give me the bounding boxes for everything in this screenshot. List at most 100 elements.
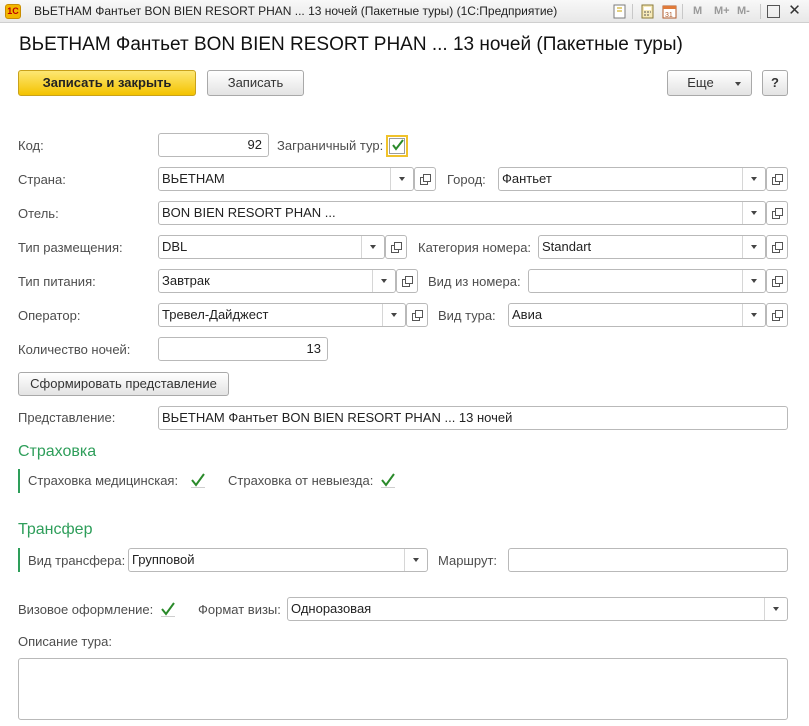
chevron-down-icon bbox=[735, 82, 741, 86]
tour-type-open-button[interactable] bbox=[766, 303, 788, 327]
chevron-down-icon[interactable] bbox=[404, 549, 427, 571]
memory-minus-button[interactable]: M- bbox=[737, 3, 750, 20]
medical-insurance-checkbox[interactable] bbox=[189, 473, 205, 489]
operator-value: Тревел-Дайджест bbox=[162, 307, 269, 322]
city-open-button[interactable] bbox=[766, 167, 788, 191]
save-button[interactable]: Записать bbox=[207, 70, 304, 96]
operator-field[interactable]: Тревел-Дайджест bbox=[158, 303, 406, 327]
svg-text:31: 31 bbox=[665, 12, 673, 19]
hotel-value: BON BIEN RESORT PHAN ... bbox=[162, 205, 336, 220]
toolbar-separator bbox=[632, 4, 633, 19]
hotel-field[interactable]: BON BIEN RESORT PHAN ... bbox=[158, 201, 766, 225]
accommodation-open-button[interactable] bbox=[385, 235, 407, 259]
chevron-down-icon[interactable] bbox=[742, 168, 765, 190]
open-icon bbox=[412, 310, 423, 321]
foreign-tour-checkbox[interactable] bbox=[386, 135, 408, 157]
kod-label: Код: bbox=[18, 138, 44, 153]
form-representation-button[interactable]: Сформировать представление bbox=[18, 372, 229, 396]
room-view-field[interactable] bbox=[528, 269, 766, 293]
checkmark-icon bbox=[392, 139, 404, 151]
chevron-down-icon[interactable] bbox=[390, 168, 413, 190]
tour-type-field[interactable]: Авиа bbox=[508, 303, 766, 327]
meal-value: Завтрак bbox=[162, 273, 210, 288]
hotel-open-button[interactable] bbox=[766, 201, 788, 225]
save-and-close-button[interactable]: Записать и закрыть bbox=[18, 70, 196, 96]
chevron-down-icon[interactable] bbox=[742, 236, 765, 258]
description-label: Описание тура: bbox=[18, 634, 112, 649]
open-icon bbox=[772, 276, 783, 287]
meal-field[interactable]: Завтрак bbox=[158, 269, 396, 293]
meal-open-button[interactable] bbox=[396, 269, 418, 293]
transfer-type-field[interactable]: Групповой bbox=[128, 548, 428, 572]
room-category-open-button[interactable] bbox=[766, 235, 788, 259]
city-field[interactable]: Фантьет bbox=[498, 167, 766, 191]
city-label: Город: bbox=[447, 172, 486, 187]
medical-insurance-label: Страховка медицинская: bbox=[28, 473, 179, 488]
meal-label: Тип питания: bbox=[18, 274, 96, 289]
city-value: Фантьет bbox=[502, 171, 552, 186]
country-field[interactable]: ВЬЕТНАМ bbox=[158, 167, 414, 191]
room-category-field[interactable]: Standart bbox=[538, 235, 766, 259]
description-textarea[interactable] bbox=[18, 658, 788, 720]
checkmark-icon bbox=[381, 473, 395, 488]
chevron-down-icon[interactable] bbox=[382, 304, 405, 326]
toolbar-separator bbox=[760, 4, 761, 19]
cancel-insurance-label: Страховка от невыезда: bbox=[228, 473, 374, 488]
transfer-type-value: Групповой bbox=[132, 552, 195, 567]
route-value bbox=[512, 549, 757, 571]
country-value: ВЬЕТНАМ bbox=[162, 171, 225, 186]
visa-processing-checkbox[interactable] bbox=[159, 602, 175, 618]
room-category-label: Категория номера: bbox=[418, 240, 532, 255]
calculator-icon[interactable] bbox=[640, 4, 655, 19]
chevron-down-icon[interactable] bbox=[742, 202, 765, 224]
visa-format-field[interactable]: Одноразовая bbox=[287, 597, 788, 621]
operator-open-button[interactable] bbox=[406, 303, 428, 327]
kod-field[interactable]: 92 bbox=[158, 133, 269, 157]
open-icon bbox=[402, 276, 413, 287]
description-value bbox=[19, 659, 787, 665]
open-icon bbox=[420, 174, 431, 185]
calendar-icon[interactable]: 31 bbox=[662, 4, 677, 19]
transfer-type-label: Вид трансфера: bbox=[28, 553, 126, 568]
insurance-section-bar bbox=[18, 469, 20, 493]
accommodation-value: DBL bbox=[162, 239, 188, 254]
more-menu-button[interactable]: Еще bbox=[667, 70, 752, 96]
visa-format-label: Формат визы: bbox=[198, 602, 281, 617]
open-icon bbox=[391, 242, 402, 253]
chevron-down-icon[interactable] bbox=[372, 270, 395, 292]
transfer-section-bar bbox=[18, 548, 20, 572]
bookmark-icon[interactable] bbox=[612, 4, 627, 19]
tour-type-value: Авиа bbox=[512, 307, 543, 322]
room-category-value: Standart bbox=[542, 239, 592, 254]
app-logo-icon: 1C bbox=[5, 4, 21, 19]
window-title: ВЬЕТНАМ Фантьет BON BIEN RESORT PHAN ...… bbox=[34, 4, 558, 18]
room-view-label: Вид из номера: bbox=[428, 274, 521, 289]
open-icon bbox=[772, 242, 783, 253]
close-icon[interactable]: ✕ bbox=[785, 2, 804, 21]
open-icon bbox=[772, 174, 783, 185]
country-open-button[interactable] bbox=[414, 167, 436, 191]
cancel-insurance-checkbox[interactable] bbox=[379, 473, 395, 489]
minimize-icon[interactable] bbox=[766, 4, 781, 19]
chevron-down-icon[interactable] bbox=[742, 270, 765, 292]
representation-field[interactable]: ВЬЕТНАМ Фантьет BON BIEN RESORT PHAN ...… bbox=[158, 406, 788, 430]
more-label: Еще bbox=[687, 75, 714, 90]
memory-plus-button[interactable]: M+ bbox=[714, 3, 730, 20]
transfer-section-title: Трансфер bbox=[18, 521, 93, 538]
insurance-section-title: Страховка bbox=[18, 443, 97, 460]
chevron-down-icon[interactable] bbox=[764, 598, 787, 620]
route-field[interactable] bbox=[508, 548, 788, 572]
open-icon bbox=[772, 310, 783, 321]
accommodation-field[interactable]: DBL bbox=[158, 235, 385, 259]
country-label: Страна: bbox=[18, 172, 66, 187]
nights-field[interactable]: 13 bbox=[158, 337, 328, 361]
chevron-down-icon[interactable] bbox=[361, 236, 384, 258]
chevron-down-icon[interactable] bbox=[742, 304, 765, 326]
memory-m-button[interactable]: M bbox=[693, 3, 702, 20]
room-view-open-button[interactable] bbox=[766, 269, 788, 293]
help-button[interactable]: ? bbox=[762, 70, 788, 96]
kod-value: 92 bbox=[247, 137, 262, 152]
representation-value: ВЬЕТНАМ Фантьет BON BIEN RESORT PHAN ...… bbox=[162, 410, 513, 425]
nights-value: 13 bbox=[306, 341, 321, 356]
toolbar-separator bbox=[682, 4, 683, 19]
